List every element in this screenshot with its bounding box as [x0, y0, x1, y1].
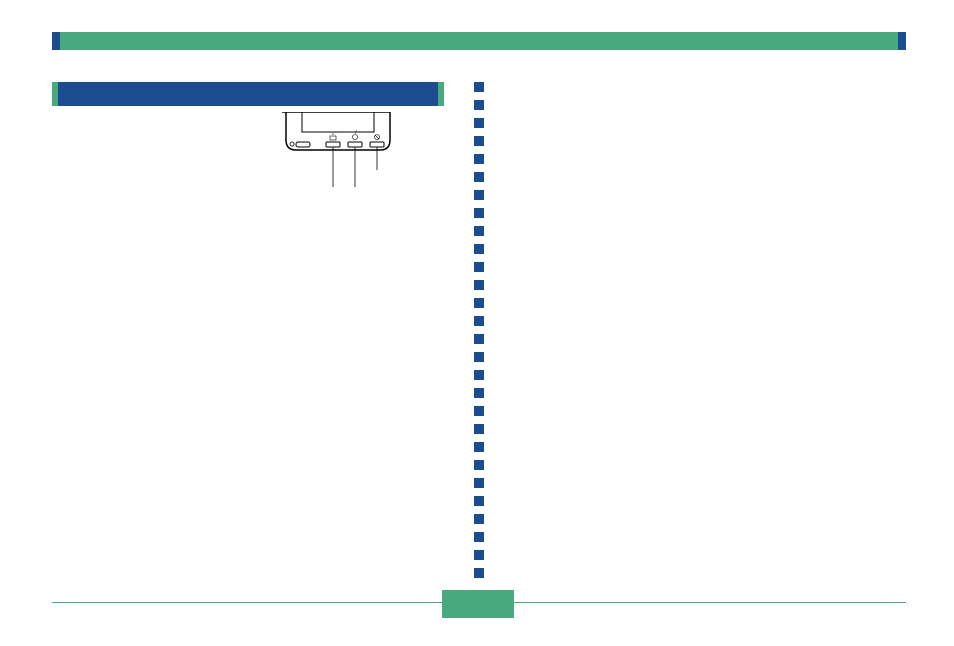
section-header-bar [52, 82, 444, 106]
device-illustration: / [282, 112, 444, 192]
section-accent-right [438, 82, 444, 106]
section-accent-left [52, 82, 58, 106]
header-accent-right [898, 32, 906, 50]
page-header-bar [52, 32, 906, 50]
page-number-badge [442, 590, 514, 618]
header-accent-left [52, 32, 60, 50]
vertical-divider-dots [474, 82, 484, 582]
